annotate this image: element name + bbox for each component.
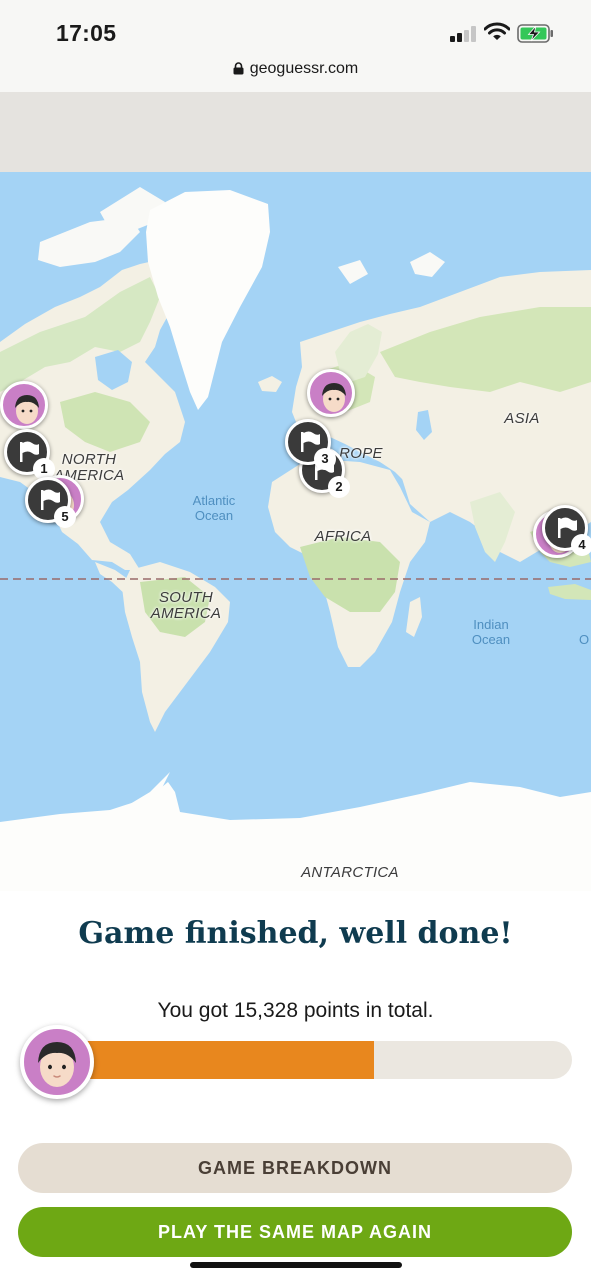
player-avatar [20, 1025, 94, 1099]
round-number: 4 [571, 534, 591, 556]
battery-charging-icon [517, 24, 553, 43]
url-bar[interactable]: geoguessr.com [0, 56, 591, 92]
status-bar: 17:05 [0, 0, 591, 56]
round-marker-5[interactable]: 5 [25, 477, 76, 528]
clock: 17:05 [56, 20, 117, 46]
wifi-icon [483, 22, 511, 47]
label-africa: AFRICA [314, 528, 372, 545]
round-marker-3[interactable]: 3 [285, 419, 336, 470]
label-europe: ROPE [339, 445, 383, 462]
label-antarctica: ANTARCTICA [301, 864, 399, 881]
play-again-button[interactable]: PLAY THE SAME MAP AGAIN [18, 1207, 572, 1257]
lock-icon [233, 62, 244, 75]
round-number: 5 [54, 506, 76, 528]
score-text: You got 15,328 points in total. [157, 999, 434, 1022]
world-map[interactable]: NORTH AMERICA SOUTH AMERICA ROPE AFRICA … [0, 92, 591, 891]
label-ocean-cutoff: O [578, 632, 590, 647]
url-text: geoguessr.com [249, 60, 359, 77]
label-asia: ASIA [504, 410, 540, 427]
map-base [0, 92, 591, 891]
round-number: 2 [328, 476, 350, 498]
score-progress-bar [60, 1041, 572, 1079]
round-marker-4[interactable]: 4 [542, 505, 591, 556]
game-breakdown-button[interactable]: GAME BREAKDOWN [18, 1143, 572, 1193]
score-progress-fill [60, 1041, 374, 1079]
round-number: 3 [314, 448, 336, 470]
label-south-america: SOUTH AMERICA [150, 589, 222, 622]
label-atlantic-ocean: Atlantic Ocean [192, 493, 236, 523]
result-title: Game finished, well done! [78, 916, 513, 951]
guess-avatar[interactable] [0, 381, 48, 429]
label-indian-ocean: Indian Ocean [471, 617, 511, 647]
round-marker-1[interactable]: 1 [4, 429, 55, 480]
cellular-signal-icon [450, 25, 478, 42]
home-indicator [190, 1262, 402, 1268]
guess-avatar[interactable] [307, 369, 355, 417]
